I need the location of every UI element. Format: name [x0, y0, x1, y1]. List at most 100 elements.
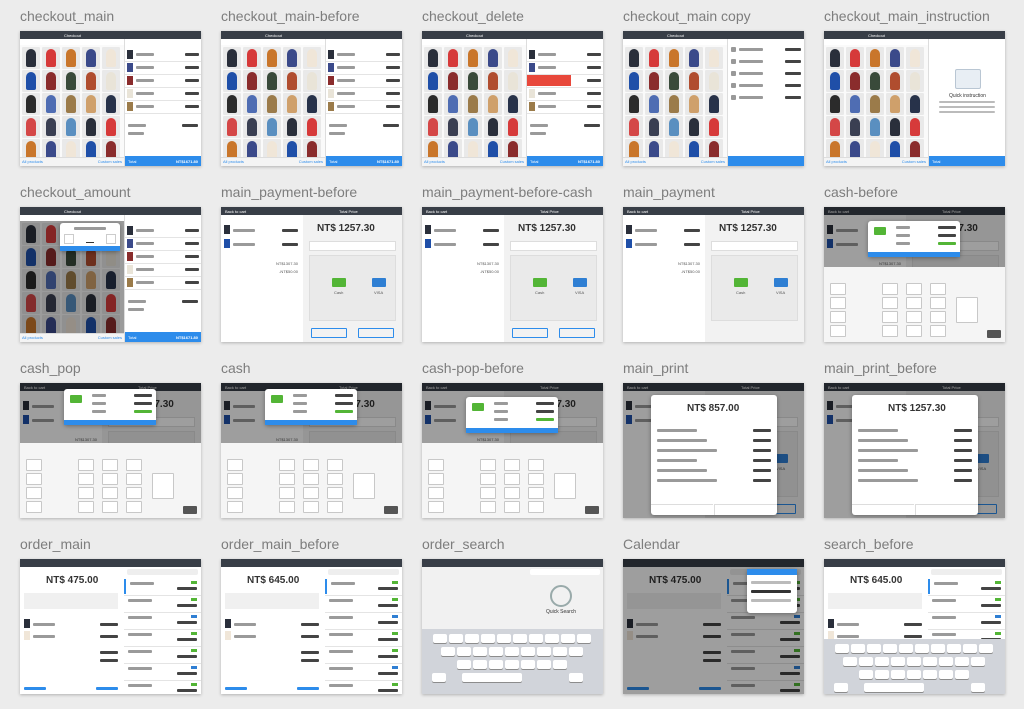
product-thumbnail[interactable] [424, 93, 442, 115]
keypad-key[interactable] [830, 325, 846, 337]
product-thumbnail[interactable] [645, 116, 663, 138]
enter-key[interactable] [152, 473, 174, 499]
keyboard-key[interactable] [552, 660, 567, 669]
artboard-thumbnail[interactable]: NT$1307.30-NT$50.00Back to cartTotal Pri… [422, 383, 603, 518]
product-thumbnail[interactable] [82, 47, 100, 69]
product-thumbnail[interactable] [665, 93, 683, 115]
send-receipt-button[interactable] [24, 687, 46, 690]
keyboard-key[interactable] [874, 657, 889, 666]
keypad-key[interactable] [882, 311, 898, 323]
product-thumbnail[interactable] [866, 70, 884, 92]
product-thumbnail[interactable] [685, 93, 703, 115]
keypad-key[interactable] [830, 311, 846, 323]
product-thumbnail[interactable] [625, 93, 643, 115]
keyboard-key[interactable] [906, 657, 921, 666]
product-thumbnail[interactable] [705, 70, 723, 92]
artboard-thumbnail[interactable]: NT$1307.30-NT$50.00Back to cartTotal Pri… [824, 207, 1005, 342]
product-thumbnail[interactable] [42, 70, 60, 92]
product-thumbnail[interactable] [444, 116, 462, 138]
artboard-tile[interactable]: main_payment-before NT$1307.30 -NT$50.00 Ba… [221, 183, 402, 348]
quantity-plus-button[interactable] [106, 234, 116, 244]
product-thumbnail[interactable] [484, 70, 502, 92]
product-thumbnail[interactable] [62, 116, 80, 138]
total-bar[interactable]: Total NT$1671.80 [125, 332, 201, 342]
popup-confirm-button[interactable] [466, 428, 558, 433]
keyboard-key[interactable] [962, 644, 977, 653]
keypad-key[interactable] [102, 473, 118, 485]
popup-confirm-button[interactable] [868, 252, 960, 257]
keypad-key[interactable] [303, 459, 319, 471]
cart-item[interactable] [529, 88, 601, 99]
product-thumbnail[interactable] [223, 70, 241, 92]
keyboard-key[interactable] [890, 657, 905, 666]
product-thumbnail[interactable] [243, 93, 261, 115]
keyboard-key[interactable] [528, 634, 543, 643]
product-thumbnail[interactable] [645, 47, 663, 69]
add-payment-button[interactable] [358, 328, 394, 338]
back-to-cart-button[interactable]: Back to cart [426, 209, 447, 214]
artboard-tile[interactable]: checkout_main_instruction Checkout All pro… [824, 7, 1005, 172]
product-thumbnail[interactable] [504, 70, 522, 92]
back-to-cart-button[interactable]: Back to cart [627, 209, 648, 214]
order-refund-button[interactable] [96, 687, 118, 690]
all-products-tab[interactable]: All products [826, 159, 847, 164]
cash-method-icon[interactable] [533, 278, 547, 287]
keypad-key[interactable] [102, 459, 118, 471]
artboard-tile[interactable]: checkout_main-before Checkout All products… [221, 7, 402, 172]
order-list-item[interactable] [325, 579, 402, 594]
keyboard-key[interactable] [874, 670, 889, 679]
keyboard-key[interactable] [456, 660, 471, 669]
keyboard-key[interactable] [480, 634, 495, 643]
visa-card-icon[interactable] [774, 278, 788, 287]
keypad-key[interactable] [327, 501, 343, 513]
product-thumbnail[interactable] [42, 47, 60, 69]
product-thumbnail[interactable] [102, 47, 120, 69]
keyboard-key[interactable] [898, 644, 913, 653]
keyboard-key[interactable] [544, 634, 559, 643]
product-thumbnail[interactable] [223, 116, 241, 138]
order-list-item[interactable] [928, 596, 1005, 611]
keypad-key[interactable] [906, 325, 922, 337]
cart-item[interactable] [529, 101, 601, 112]
keypad-key[interactable] [279, 459, 295, 471]
keyboard-key[interactable] [496, 634, 511, 643]
product-thumbnail[interactable] [705, 93, 723, 115]
order-list-item[interactable] [325, 664, 402, 679]
keyboard-key[interactable] [536, 647, 551, 656]
keypad-key[interactable] [126, 473, 142, 485]
keypad-key[interactable] [930, 325, 946, 337]
print-receipt-button[interactable] [714, 504, 777, 515]
change-order-button[interactable] [311, 328, 347, 338]
product-thumbnail[interactable] [645, 70, 663, 92]
custom-sales-tab[interactable]: Custom sales [98, 159, 122, 164]
order-refund-button[interactable] [297, 687, 319, 690]
all-products-tab[interactable]: All products [424, 159, 445, 164]
product-thumbnail[interactable] [424, 116, 442, 138]
order-list-item[interactable] [124, 579, 201, 594]
artboard-tile[interactable]: main_payment-before-cash NT$1307.30 -NT$50… [422, 183, 603, 348]
cash-method-icon[interactable] [332, 278, 346, 287]
artboard-thumbnail[interactable]: NT$ 475.00 [623, 559, 804, 694]
keypad-key[interactable] [227, 501, 243, 513]
artboard-tile[interactable]: order_main NT$ 475.00 [20, 535, 201, 700]
product-thumbnail[interactable] [645, 93, 663, 115]
keypad-key[interactable] [528, 501, 544, 513]
order-list-item[interactable] [325, 613, 402, 628]
keypad-key[interactable] [78, 487, 94, 499]
cart-item[interactable] [127, 277, 199, 288]
cart-item[interactable] [127, 75, 199, 86]
product-thumbnail[interactable] [886, 116, 904, 138]
keyboard-key[interactable] [448, 634, 463, 643]
order-list-item[interactable] [325, 596, 402, 611]
all-products-tab[interactable]: All products [22, 159, 43, 164]
product-thumbnail[interactable] [906, 47, 924, 69]
keypad-key[interactable] [26, 459, 42, 471]
product-thumbnail[interactable] [22, 116, 40, 138]
popup-confirm-button[interactable] [265, 420, 357, 425]
product-thumbnail[interactable] [906, 70, 924, 92]
order-list-item[interactable] [928, 613, 1005, 628]
search-field[interactable] [530, 569, 600, 575]
keypad-key[interactable] [504, 501, 520, 513]
keypad-key[interactable] [78, 501, 94, 513]
product-thumbnail[interactable] [846, 70, 864, 92]
